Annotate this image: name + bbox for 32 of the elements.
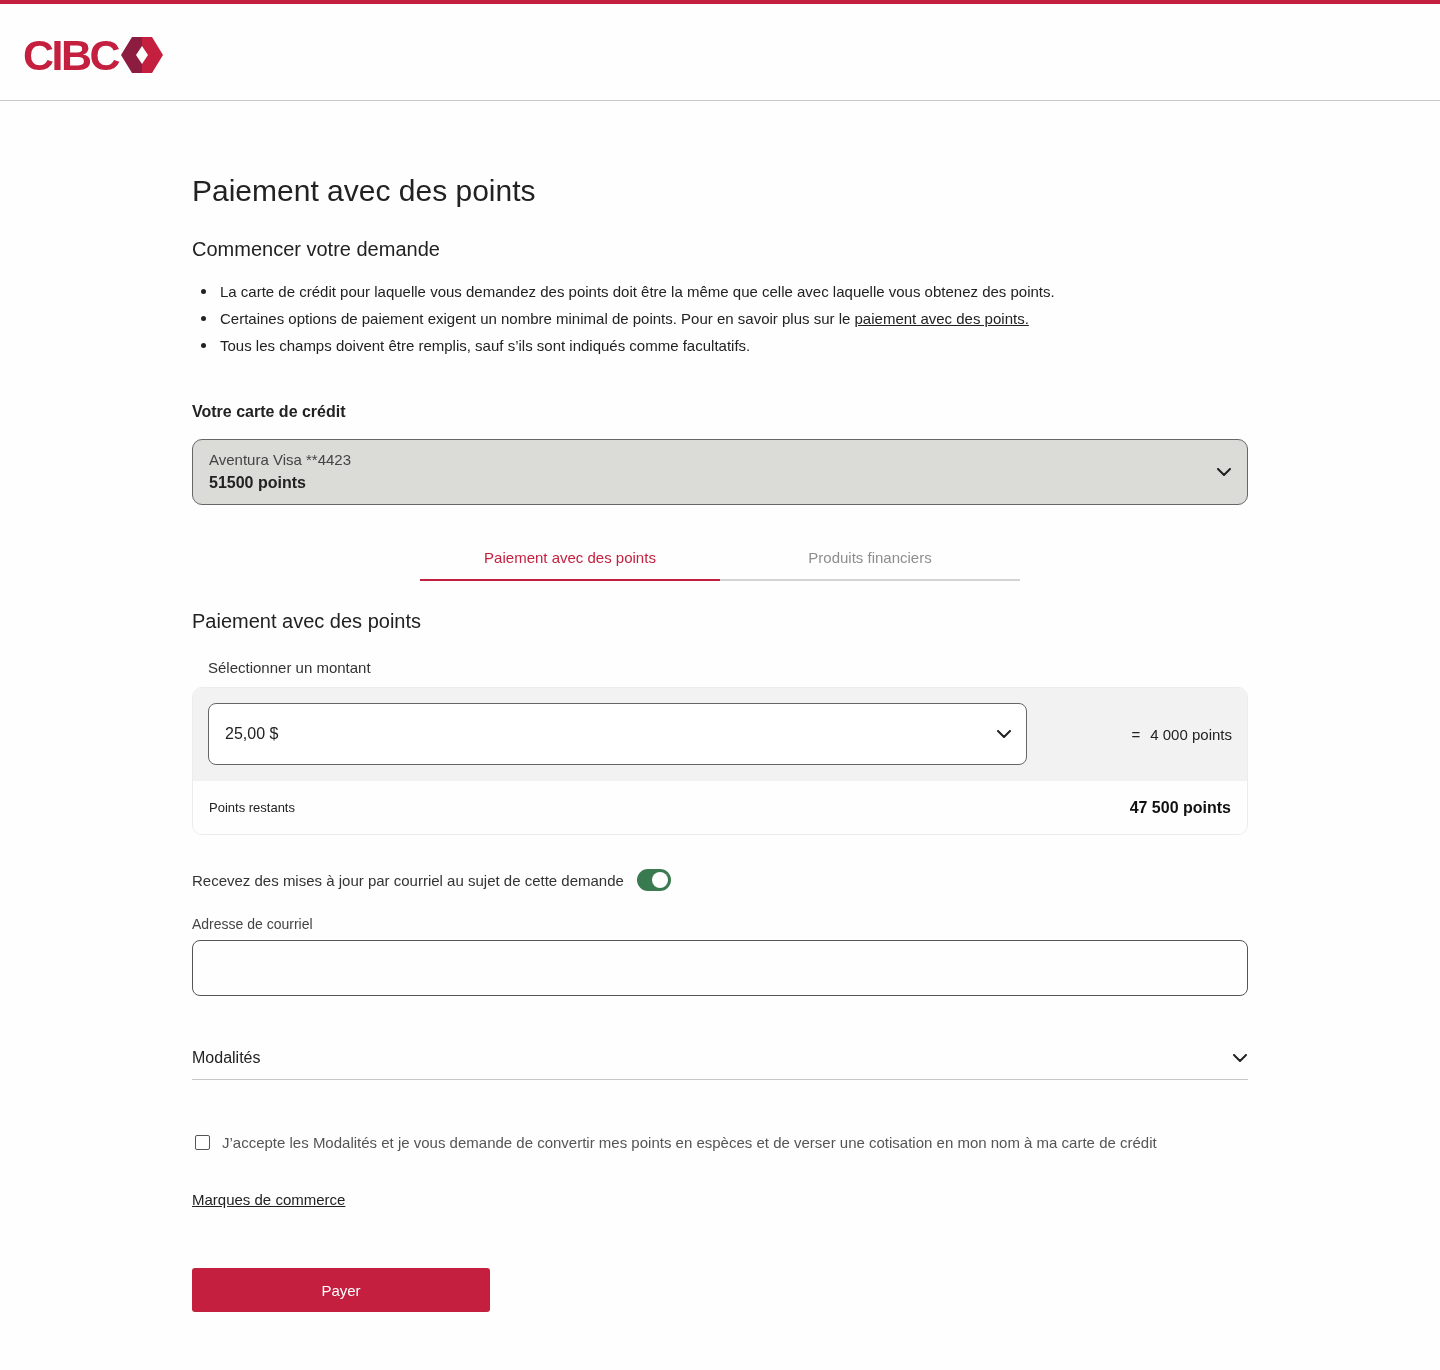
card-select[interactable]: Aventura Visa **4423 51500 points xyxy=(192,439,1248,505)
logo-text: CIBC xyxy=(23,34,119,76)
section-heading: Paiement avec des points xyxy=(192,609,423,634)
bullet-text: Tous les champs doivent être remplis, sauf s’ils sont indiqués comme facultatifs. xyxy=(220,337,751,354)
field-label: Votre carte de crédit xyxy=(192,402,346,422)
equals-sign: = xyxy=(1131,725,1141,743)
bullet-icon xyxy=(201,316,206,321)
field-label: Sélectionner un montant xyxy=(208,658,371,678)
section-heading: Commencer votre demande xyxy=(192,237,441,262)
bullet-icon xyxy=(201,343,206,348)
chevron-down-icon xyxy=(1217,468,1231,476)
bullet-text: La carte de crédit pour laquelle vous demandez des points doit être la même que celle avec laquelle vous obtenez des points. xyxy=(220,283,1055,300)
toggle-label: Recevez des mises à jour par courriel au sujet de cette demande xyxy=(192,871,624,889)
field-label: Adresse de courriel xyxy=(192,915,313,933)
info-link[interactable]: paiement avec des points. xyxy=(854,310,1029,327)
chevron-down-icon xyxy=(997,730,1011,738)
bullet-icon xyxy=(201,289,206,294)
remaining-label: Points restants xyxy=(209,800,295,815)
amount-select[interactable]: 25,00 $ xyxy=(208,703,1027,765)
email-input[interactable] xyxy=(192,940,1248,996)
email-updates-toggle[interactable] xyxy=(636,869,671,891)
points-cost: 4 000 points xyxy=(1150,725,1232,743)
consent-checkbox[interactable] xyxy=(195,1134,210,1150)
page-title: Paiement avec des points xyxy=(192,173,537,209)
remaining-points: 47 500 points xyxy=(1129,798,1231,817)
terms-accordion[interactable]: Modalités xyxy=(192,1036,1248,1080)
tab[interactable]: Paiement avec des points xyxy=(420,535,720,581)
bullet-text: Certaines options de paiement exigent un nombre minimal de points. Pour en savoir plus sur le paiement avec des points. xyxy=(220,310,1029,327)
pay-button[interactable]: Payer xyxy=(192,1268,490,1312)
diamond-logo-icon xyxy=(121,37,164,73)
consent-text: J’accepte les Modalités et je vous demande de convertir mes points en espèces et de verser une cotisation en mon nom à ma carte de crédit xyxy=(222,1133,1157,1151)
trademarks-link[interactable]: Marques de commerce xyxy=(192,1190,346,1210)
